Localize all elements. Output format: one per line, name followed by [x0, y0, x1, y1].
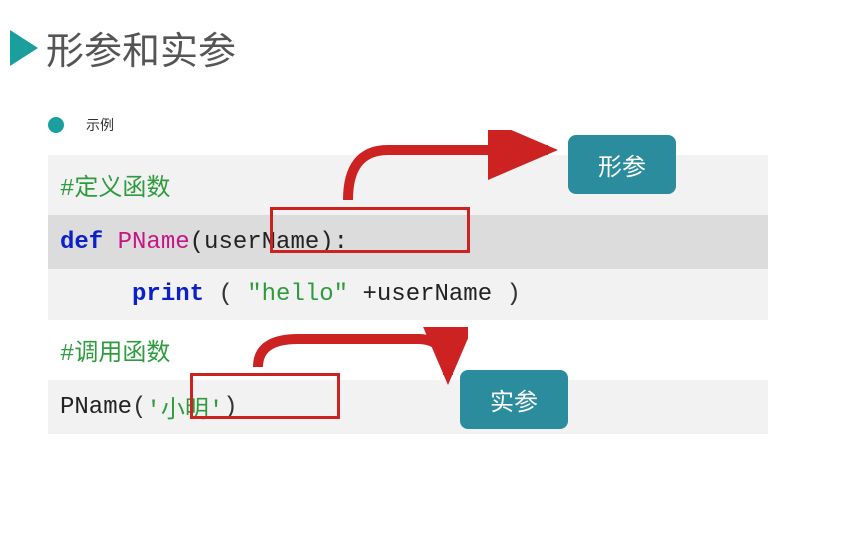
code-line-3: print ( "hello" +userName ) — [48, 269, 768, 320]
param-formal: (userName) — [190, 229, 334, 256]
code-line-5: PName ( '小明' ) — [48, 380, 768, 434]
kw-print: print — [132, 281, 204, 308]
plus-username: +userName — [362, 281, 492, 308]
code-line-4: #调用函数 — [48, 320, 768, 380]
call-rp: ) — [223, 394, 237, 421]
label-actual-param: 实参 — [460, 370, 568, 429]
label-formal-param: 形参 — [568, 135, 676, 194]
slide-header: 形参和实参 — [0, 0, 843, 85]
bullet-text: 示例 — [86, 115, 114, 135]
fn-name: PName — [118, 229, 190, 256]
comment-call: #调用函数 — [60, 341, 170, 368]
colon: : — [334, 229, 348, 256]
kw-def: def — [60, 229, 103, 256]
code-line-2: def PName (userName) : — [48, 215, 768, 269]
arg-actual: '小明' — [146, 389, 223, 425]
call-fn: PName — [60, 394, 132, 421]
lparen: ( — [218, 281, 232, 308]
comment-define: #定义函数 — [60, 176, 170, 203]
triangle-icon — [10, 30, 38, 66]
slide-title: 形参和实参 — [46, 20, 236, 75]
str-hello: "hello" — [247, 281, 348, 308]
indent — [60, 281, 118, 308]
bullet-row: 示例 — [48, 115, 843, 135]
code-block: #定义函数 def PName (userName) : print ( "he… — [48, 155, 768, 434]
rparen: ) — [507, 281, 521, 308]
dot-icon — [48, 117, 64, 133]
call-lp: ( — [132, 394, 146, 421]
